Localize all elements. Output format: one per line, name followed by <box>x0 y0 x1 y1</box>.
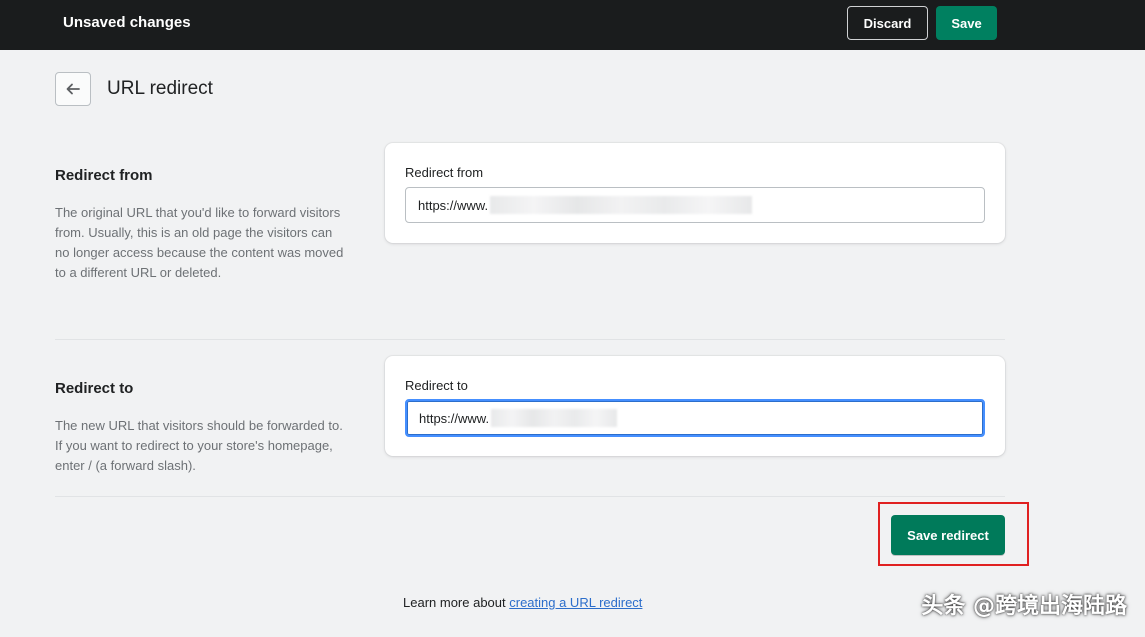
redirect-to-card: Redirect to https://www. <box>385 356 1005 456</box>
save-redirect-button[interactable]: Save redirect <box>891 515 1005 555</box>
redirect-from-value: https://www. <box>418 197 489 213</box>
redirect-from-input[interactable]: https://www. <box>405 187 985 223</box>
learn-more-prefix: Learn more about <box>403 595 510 610</box>
learn-more-text: Learn more about creating a URL redirect <box>403 595 642 610</box>
arrow-left-icon <box>66 83 80 95</box>
save-button[interactable]: Save <box>936 6 997 40</box>
watermark-text: 头条 @跨境出海陆路 <box>921 594 1127 619</box>
redirect-from-label: Redirect from <box>405 165 484 180</box>
redirect-to-heading: Redirect to <box>55 380 134 397</box>
discard-button[interactable]: Discard <box>847 6 928 40</box>
unsaved-changes-title: Unsaved changes <box>63 14 191 31</box>
redirect-to-label: Redirect to <box>405 378 468 393</box>
redirect-from-heading: Redirect from <box>55 167 153 184</box>
redirect-to-description: The new URL that visitors should be forw… <box>55 418 343 473</box>
back-button[interactable] <box>55 72 91 106</box>
redirect-to-value: https://www. <box>419 410 490 426</box>
section-divider <box>55 496 1005 497</box>
contextual-save-bar: Unsaved changes Discard Save <box>0 0 1145 50</box>
redirect-from-card: Redirect from https://www. <box>385 143 1005 243</box>
redirect-from-description: The original URL that you'd like to forw… <box>55 205 344 280</box>
redacted-url-blur <box>491 409 618 427</box>
page-title: URL redirect <box>107 78 213 99</box>
learn-more-link[interactable]: creating a URL redirect <box>509 595 642 610</box>
section-divider <box>55 339 1005 340</box>
redirect-to-input[interactable]: https://www. <box>405 399 985 437</box>
redacted-url-blur <box>490 196 753 214</box>
